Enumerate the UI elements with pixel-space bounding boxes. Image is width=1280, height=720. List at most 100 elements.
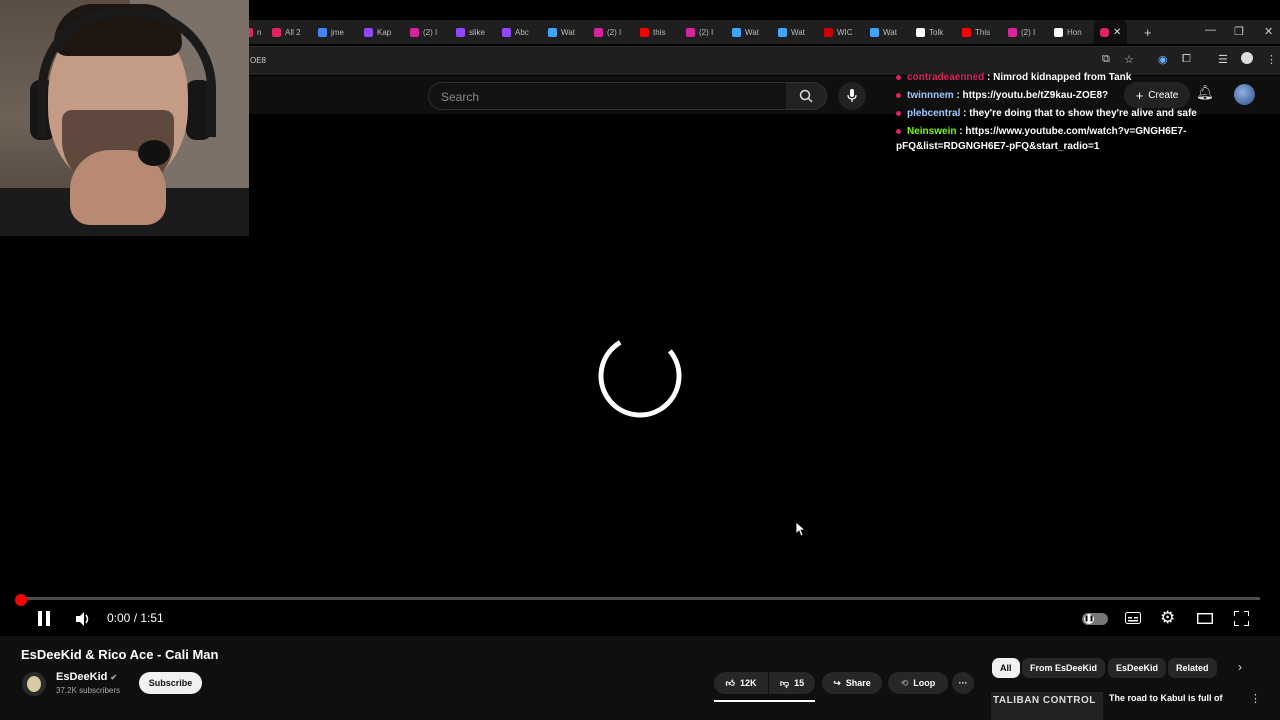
tab-label: Tolk: [929, 27, 944, 37]
browser-tab[interactable]: Tolk: [916, 20, 943, 44]
browser-tab[interactable]: This: [962, 20, 990, 44]
chat-badge-icon: [896, 110, 901, 116]
search-button[interactable]: [786, 82, 827, 110]
tab-label: WIC: [837, 27, 853, 37]
filter-chip[interactable]: From EsDeeKid: [1022, 658, 1106, 678]
chat-message: plebcentral : they're doing that to show…: [896, 106, 1216, 121]
share-arrow-icon: ↪: [833, 677, 841, 688]
account-avatar[interactable]: [1234, 84, 1255, 105]
chat-username: contradeaenned: [907, 72, 985, 83]
tab-label: jme: [331, 27, 344, 37]
chat-message: Neinswein : https://www.youtube.com/watc…: [896, 124, 1216, 154]
filter-chip[interactable]: Related: [1168, 658, 1217, 678]
tab-favicon-icon: [686, 27, 695, 37]
tab-favicon-icon: [640, 27, 649, 37]
related-video-thumbnail[interactable]: TALIBAN CONTROL: [991, 692, 1103, 720]
tab-close-icon[interactable]: ✕: [1113, 27, 1121, 38]
extension-audio-icon[interactable]: ◉: [1158, 53, 1168, 66]
browser-tab[interactable]: (2) I: [594, 20, 621, 44]
tab-label: (2) I: [1021, 27, 1036, 37]
browser-tab[interactable]: WIC: [824, 20, 853, 44]
dislike-button[interactable]: 👎︎ 15: [769, 672, 815, 694]
autoplay-toggle[interactable]: ❚❚: [1082, 613, 1108, 625]
search-input[interactable]: Search: [428, 82, 788, 110]
loop-button[interactable]: ⟲ Loop: [888, 672, 948, 694]
chat-message: contradeaenned : Nimrod kidnapped from T…: [896, 70, 1216, 85]
tab-favicon-icon: [548, 27, 557, 37]
channel-name-link[interactable]: EsDeeKid ✔: [56, 671, 117, 683]
subtitles-icon[interactable]: [1125, 612, 1141, 624]
tab-favicon-icon: [410, 27, 419, 37]
url-text[interactable]: OE8: [250, 56, 266, 65]
more-actions-button[interactable]: ···: [952, 672, 974, 694]
extensions-puzzle-icon[interactable]: ⧠: [1182, 53, 1191, 66]
like-count: 12K: [739, 678, 757, 688]
loading-spinner-icon: [598, 334, 682, 418]
settings-gear-icon[interactable]: ⚙: [1160, 608, 1175, 628]
profile-icon[interactable]: [1241, 52, 1253, 64]
chat-username: twinnnem: [907, 90, 954, 101]
browser-tab[interactable]: slike: [456, 20, 485, 44]
browser-tab[interactable]: Wat: [870, 20, 897, 44]
tab-favicon-icon: [1008, 27, 1017, 37]
browser-tab[interactable]: Wat: [548, 20, 575, 44]
youtube-icon: [1100, 27, 1109, 37]
channel-name: EsDeeKid: [56, 671, 108, 683]
theater-mode-icon[interactable]: [1197, 613, 1213, 624]
browser-tab[interactable]: Hon: [1054, 20, 1082, 44]
share-button[interactable]: ↪ Share: [822, 672, 882, 694]
more-dots-icon: ···: [958, 678, 968, 688]
related-video-title[interactable]: The road to Kabul is full of: [1109, 693, 1223, 703]
subscribe-button[interactable]: Subscribe: [139, 672, 202, 694]
like-button[interactable]: 👍︎ 12K: [714, 672, 768, 694]
tab-favicon-icon: [364, 27, 373, 37]
thumbs-down-icon: 👎︎: [779, 677, 790, 688]
chevron-right-icon[interactable]: ›: [1238, 660, 1242, 674]
chat-badge-icon: [896, 92, 901, 98]
restore-icon[interactable]: ❐: [1234, 25, 1244, 38]
chat-username: Neinswein: [907, 126, 957, 137]
video-title: EsDeeKid & Rico Ace - Cali Man: [21, 647, 219, 662]
channel-avatar[interactable]: [22, 672, 46, 696]
minimize-icon[interactable]: —: [1205, 24, 1216, 36]
browser-tab[interactable]: All 2: [272, 20, 301, 44]
bookmark-star-icon[interactable]: ☆: [1124, 53, 1134, 66]
time-display: 0:00 / 1:51: [107, 611, 164, 625]
tab-label: Wat: [561, 27, 575, 37]
loop-label: Loop: [913, 678, 936, 688]
chat-username: plebcentral: [907, 108, 961, 119]
tab-label: n: [257, 27, 262, 37]
headset-microphone: [138, 140, 170, 166]
pause-icon[interactable]: [37, 611, 51, 626]
volume-icon[interactable]: [76, 612, 92, 626]
tab-label: Kap: [377, 27, 392, 37]
filter-chip[interactable]: EsDeeKid: [1108, 658, 1167, 678]
browser-tab[interactable]: Kap: [364, 20, 391, 44]
headphone-band: [38, 8, 216, 137]
voice-search-button[interactable]: [838, 82, 866, 110]
tab-favicon-icon: [1054, 27, 1063, 37]
video-progress-bar[interactable]: [20, 597, 1260, 600]
browser-tab[interactable]: Wat: [778, 20, 805, 44]
browser-tab[interactable]: (2) I: [410, 20, 437, 44]
media-controls-icon[interactable]: ☰: [1218, 53, 1228, 66]
player-controls: 0:00 / 1:51 ❚❚ ⚙: [0, 605, 1280, 633]
dislike-count: 15: [794, 678, 805, 688]
browser-tab[interactable]: (2) I: [1008, 20, 1035, 44]
tab-label: Wat: [745, 27, 759, 37]
browser-tab[interactable]: Wat: [732, 20, 759, 44]
window-close-icon[interactable]: ✕: [1264, 25, 1273, 38]
browser-tab[interactable]: Abc: [502, 20, 529, 44]
browser-tab[interactable]: jme: [318, 20, 344, 44]
browser-menu-icon[interactable]: ⋮: [1266, 53, 1277, 66]
new-tab-icon[interactable]: +: [1144, 25, 1152, 40]
filter-chip[interactable]: All: [992, 658, 1020, 678]
install-app-icon[interactable]: ⧉: [1102, 53, 1110, 66]
autoplay-pause-knob-icon: ❚❚: [1084, 614, 1095, 624]
fullscreen-icon[interactable]: [1234, 611, 1249, 626]
browser-tab[interactable]: (2) I: [686, 20, 713, 44]
tab-active-youtube[interactable]: ✕: [1094, 20, 1128, 44]
browser-tab[interactable]: this: [640, 20, 665, 44]
related-more-icon[interactable]: ⋮: [1250, 692, 1261, 705]
search-placeholder: Search: [441, 90, 480, 104]
